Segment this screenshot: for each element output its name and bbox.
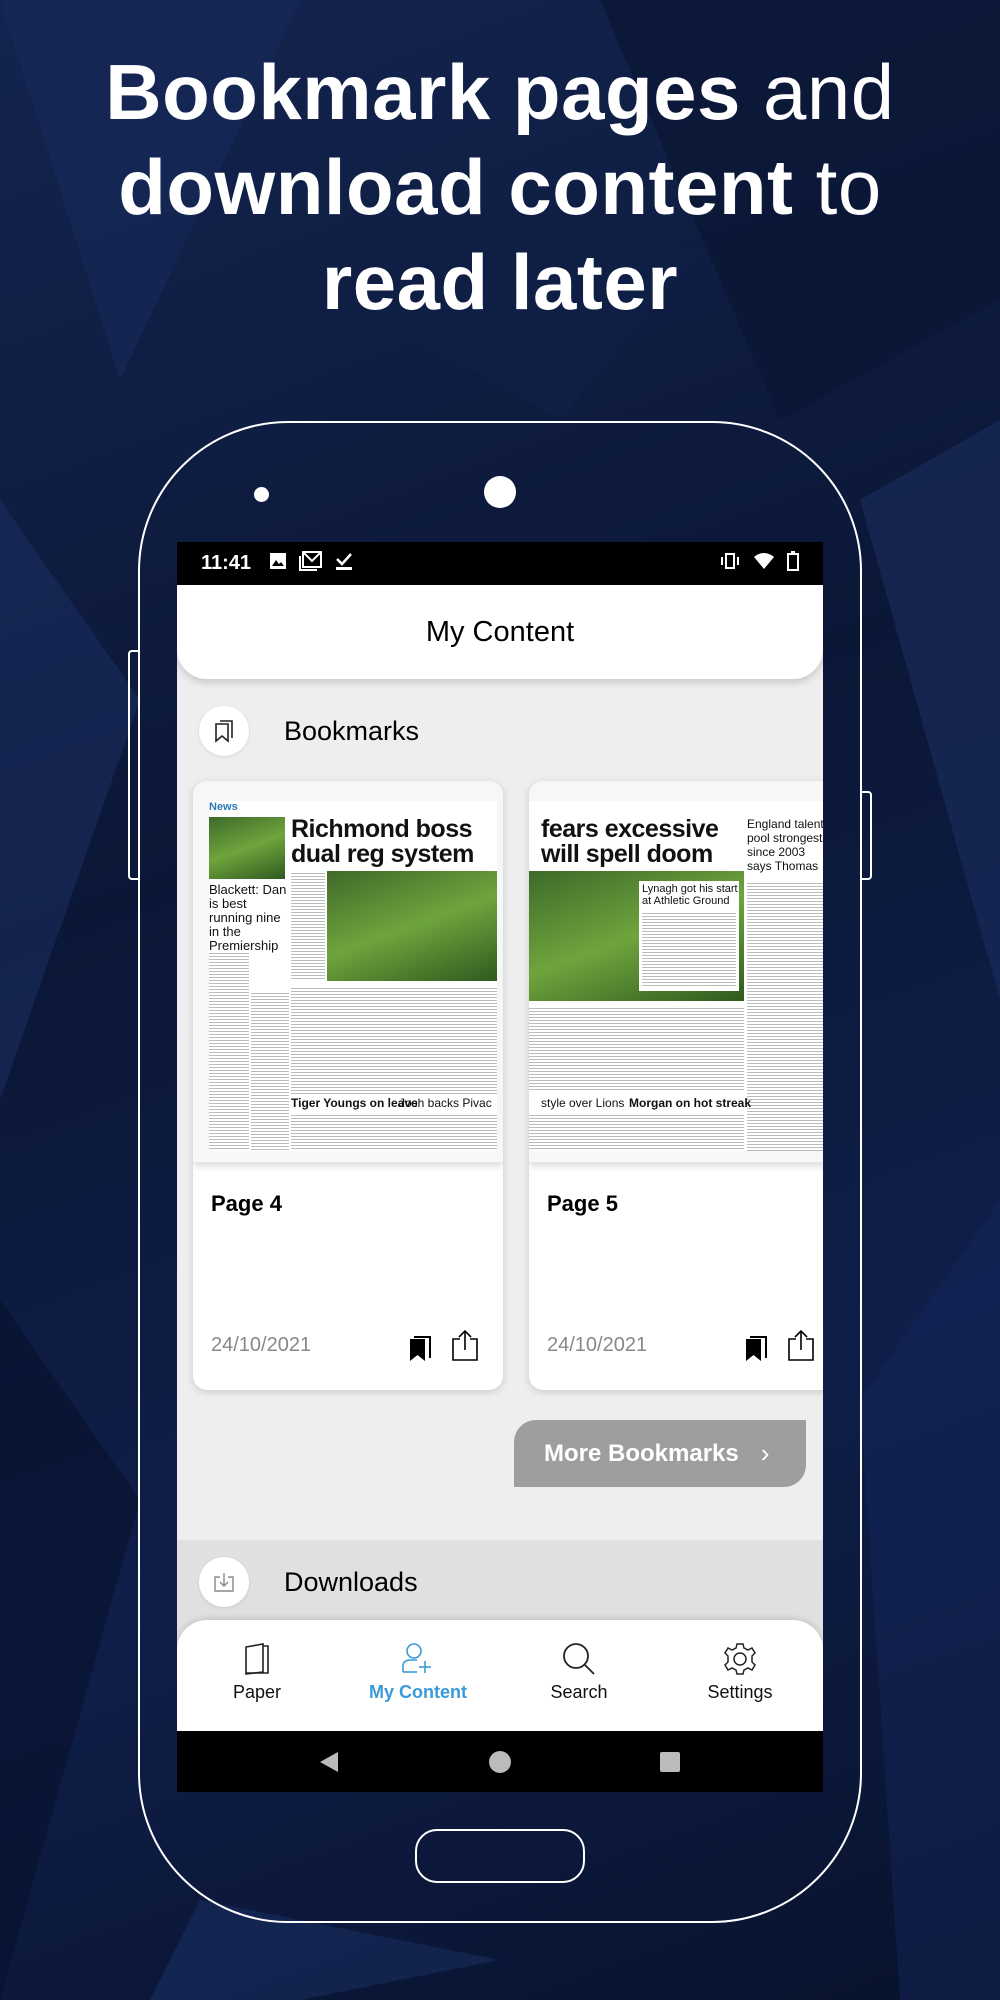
nav-label: Settings — [707, 1682, 773, 1702]
status-bar: 11:41 — [177, 542, 823, 585]
search-icon — [563, 1643, 595, 1675]
page-title: My Content — [425, 615, 575, 648]
phone-camera — [484, 476, 516, 508]
back-icon[interactable] — [318, 1750, 340, 1774]
bookmark-page-title: Page 5 — [547, 1191, 618, 1216]
bookmark-card[interactable]: fears excessive will spell doom England … — [529, 781, 823, 1390]
share-icon[interactable] — [451, 1329, 479, 1366]
gear-icon — [724, 1643, 756, 1675]
phone-home-button — [415, 1829, 585, 1883]
app-screen: 11:41 My Content Bookmarks News Blackett… — [177, 542, 823, 1792]
thumb-side-headline: Blackett: Dan is best running nine in th… — [209, 882, 287, 953]
gmail-icon — [299, 551, 323, 576]
bookmark-filled-icon[interactable] — [409, 1336, 431, 1367]
promo-line2-rest: to — [793, 143, 882, 231]
bookmarks-section-header: Bookmarks — [177, 706, 823, 756]
phone-speaker-dot — [254, 487, 269, 502]
nav-label: My Content — [369, 1682, 467, 1702]
nav-item-search[interactable]: Search — [499, 1620, 659, 1731]
promo-line2-bold: download content — [118, 143, 794, 231]
home-icon[interactable] — [488, 1750, 512, 1774]
user-add-icon — [402, 1643, 431, 1673]
nav-label: Paper — [232, 1682, 282, 1702]
page-thumbnail[interactable]: fears excessive will spell doom England … — [529, 781, 823, 1163]
promo-line1-bold: Bookmark pages — [105, 48, 741, 136]
vibrate-icon — [719, 552, 741, 576]
more-bookmarks-label: More Bookmarks — [544, 1439, 739, 1467]
bookmark-card[interactable]: News Blackett: Dan is best running nine … — [193, 781, 503, 1390]
chevron-right-icon: › — [760, 1438, 770, 1468]
thumb-headline: will spell doom — [541, 840, 713, 868]
download-icon — [199, 1557, 249, 1607]
image-icon — [269, 552, 287, 575]
system-nav-bar — [177, 1731, 823, 1792]
nav-item-paper[interactable]: Paper — [177, 1620, 337, 1731]
promo-headline: Bookmark pages and download content to r… — [0, 45, 1000, 330]
promo-line1-rest: and — [740, 48, 895, 136]
nav-label: Search — [550, 1682, 608, 1702]
thumb-subheadline: Morgan on hot streak — [629, 1096, 752, 1110]
recents-icon[interactable] — [659, 1751, 681, 1773]
bottom-nav: Paper My Content Search Settings — [177, 1620, 823, 1731]
thumb-side-headline: England talent pool strongest since 2003… — [747, 817, 823, 873]
downloads-label: Downloads — [284, 1566, 418, 1597]
thumb-headline: Richmond boss — [291, 815, 473, 843]
thumb-headline: fears excessive — [541, 815, 719, 843]
app-header: My Content — [177, 585, 823, 679]
page-thumbnail[interactable]: News Blackett: Dan is best running nine … — [193, 781, 503, 1163]
thumb-section: News — [209, 801, 238, 813]
share-icon[interactable] — [787, 1329, 815, 1366]
battery-icon — [787, 550, 799, 577]
promo-line3-bold: read later — [321, 238, 679, 326]
bookmark-date: 24/10/2021 — [547, 1334, 648, 1356]
thumb-caption: Lynagh got his start at Athletic Ground — [642, 883, 738, 907]
status-time: 11:41 — [201, 552, 252, 574]
nav-item-my-content[interactable]: My Content — [338, 1620, 498, 1731]
checkmark-icon — [335, 551, 353, 576]
bookmark-date: 24/10/2021 — [211, 1334, 312, 1356]
thumb-headline: dual reg system — [291, 840, 474, 868]
phone-side-button-right — [862, 791, 872, 880]
downloads-section-header[interactable]: Downloads — [177, 1557, 823, 1607]
bookmark-page-title: Page 4 — [211, 1191, 282, 1216]
thumb-subheadline: Josh backs Pivac — [399, 1096, 492, 1110]
bookmarks-label: Bookmarks — [284, 715, 420, 746]
wifi-icon — [753, 552, 775, 576]
more-bookmarks-button[interactable]: More Bookmarks › — [514, 1420, 806, 1487]
bookmark-filled-icon[interactable] — [745, 1336, 767, 1367]
bookmarks-icon — [199, 706, 249, 756]
nav-item-settings[interactable]: Settings — [660, 1620, 820, 1731]
thumb-subheadline: style over Lions — [541, 1096, 625, 1110]
paper-icon — [245, 1643, 269, 1675]
phone-side-button-left — [128, 650, 138, 880]
